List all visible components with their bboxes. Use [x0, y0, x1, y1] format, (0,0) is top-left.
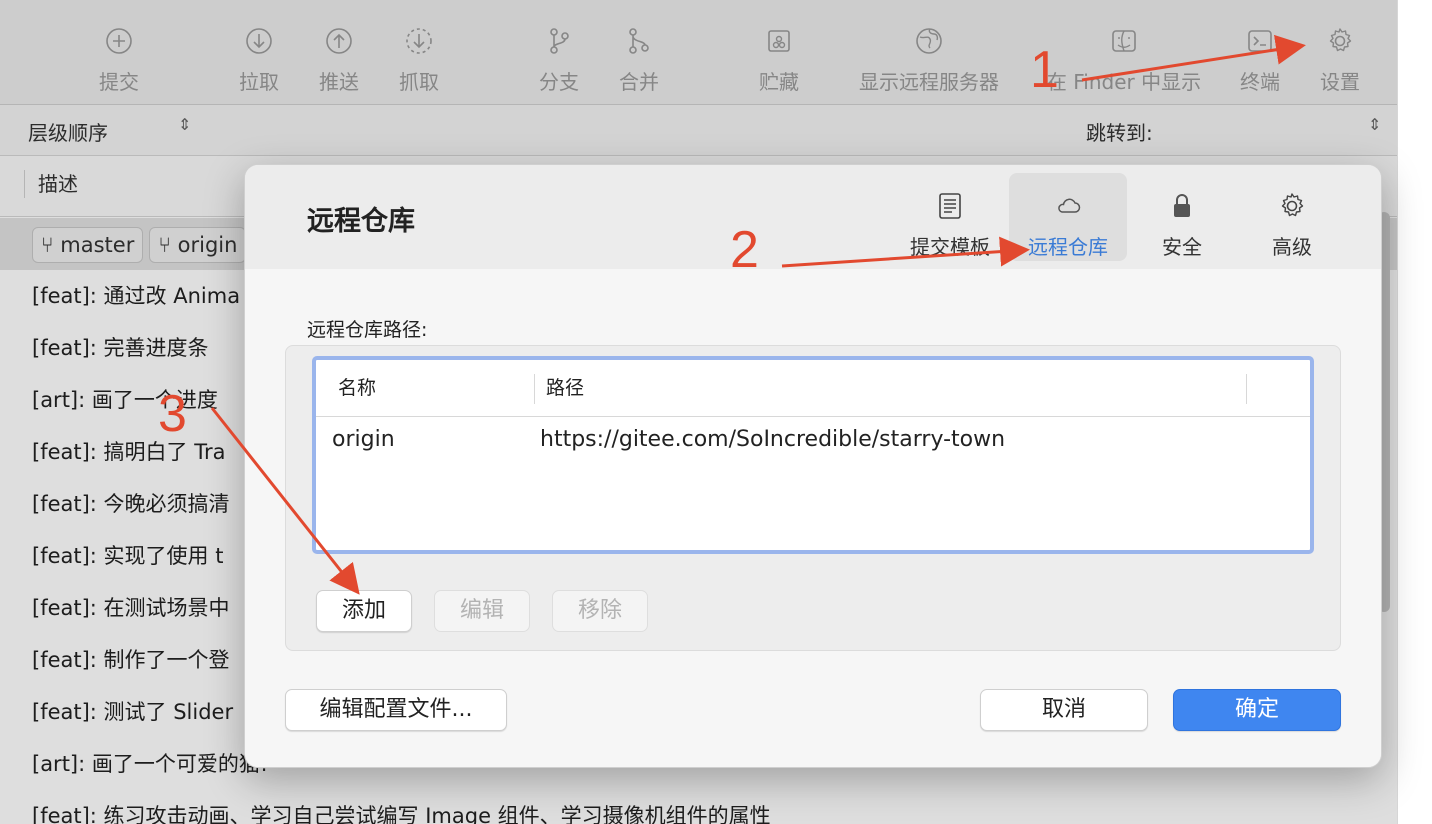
column-header-name[interactable]: 名称: [338, 360, 376, 416]
toolbar-branch-button[interactable]: 分支: [514, 26, 604, 95]
toolbar-stash-button[interactable]: 贮藏: [734, 26, 824, 95]
branch-icon: ⑂: [41, 233, 61, 257]
toolbar-pull-button[interactable]: 拉取: [214, 26, 304, 95]
annotation-number-3: 3: [158, 385, 187, 443]
tab-advanced-label: 高级: [1272, 235, 1312, 259]
plus-circle-icon: [106, 28, 132, 54]
arrow-up-circle-icon: [326, 28, 352, 54]
toolbar-settings-label: 设置: [1320, 70, 1360, 94]
toolbar-settings-button[interactable]: 设置: [1295, 26, 1385, 95]
gear-icon: [1329, 28, 1352, 52]
commit-row[interactable]: [feat]: 练习攻击动画、学习自己尝试编写 Image 组件、学习摄像机组件…: [0, 790, 1397, 824]
column-divider: [1246, 374, 1247, 404]
document-icon: [939, 193, 961, 219]
remove-remote-button[interactable]: 移除: [552, 590, 648, 632]
toolbar-commit-label: 提交: [99, 70, 139, 94]
lock-icon: [1174, 194, 1190, 217]
jump-to-label: 跳转到:: [1086, 121, 1153, 145]
toolbar-merge-button[interactable]: 合并: [594, 26, 684, 95]
remote-name-cell: origin: [332, 427, 395, 452]
ok-button[interactable]: 确定: [1173, 689, 1341, 731]
tab-security-label: 安全: [1162, 235, 1202, 259]
gear-icon: [1281, 193, 1304, 217]
toolbar-show-in-finder-button[interactable]: 在 Finder 中显示: [1034, 26, 1214, 95]
merge-icon: [629, 28, 649, 54]
dialog-title: 远程仓库: [307, 206, 415, 237]
toolbar-fetch-button[interactable]: 抓取: [374, 26, 464, 95]
sort-order-select[interactable]: 层级顺序: [28, 117, 108, 146]
dialog-header: 远程仓库 提交模板 远程仓库 安全 高级: [245, 165, 1381, 269]
edit-config-file-button[interactable]: 编辑配置文件...: [285, 689, 507, 731]
tab-remote-repo[interactable]: 远程仓库: [1009, 173, 1127, 261]
toolbar-push-button[interactable]: 推送: [294, 26, 384, 95]
remote-path-cell: https://gitee.com/SoIncredible/starry-to…: [540, 427, 1006, 452]
toolbar-stash-label: 贮藏: [759, 70, 799, 94]
chevron-updown-icon[interactable]: ⇕: [178, 115, 191, 134]
toolbar-show-remote-label: 显示远程服务器: [859, 70, 999, 94]
toolbar-terminal-label: 终端: [1240, 70, 1280, 94]
add-remote-button[interactable]: 添加: [316, 590, 412, 632]
branch-icon: [550, 28, 569, 54]
toolbar-show-in-finder-label: 在 Finder 中显示: [1046, 70, 1202, 94]
header-divider: [316, 416, 1310, 417]
arrow-down-circle-icon: [246, 28, 272, 54]
toolbar-push-label: 推送: [319, 70, 359, 94]
cloud-icon: [1058, 198, 1081, 213]
branch-tag-master[interactable]: ⑂ master: [32, 227, 144, 263]
arrow-down-dashed-circle-icon: [406, 28, 432, 54]
toolbar-fetch-label: 抓取: [399, 70, 439, 94]
toolbar-show-remote-button[interactable]: 显示远程服务器: [834, 26, 1024, 95]
settings-dialog: 远程仓库 提交模板 远程仓库 安全 高级 远程仓库路径: 名称 路径 origi…: [244, 164, 1382, 768]
stash-icon: [768, 30, 790, 52]
toolbar-terminal-button[interactable]: 终端: [1215, 26, 1305, 95]
toolbar-merge-label: 合并: [619, 70, 659, 94]
tab-security[interactable]: 安全: [1123, 173, 1241, 261]
edit-remote-button[interactable]: 编辑: [434, 590, 530, 632]
finder-icon: [1112, 30, 1136, 52]
terminal-icon: [1248, 30, 1272, 52]
main-toolbar: 提交 拉取 推送 抓取 分支 合并 贮藏 显示远程服务器 在 Finder 中显…: [0, 0, 1397, 105]
globe-icon: [916, 28, 942, 54]
remote-paths-label: 远程仓库路径:: [307, 319, 428, 341]
annotation-number-2: 2: [730, 221, 759, 279]
toolbar-pull-label: 拉取: [239, 70, 279, 94]
cancel-button[interactable]: 取消: [980, 689, 1148, 731]
column-divider: [534, 374, 535, 404]
toolbar-branch-label: 分支: [539, 70, 579, 94]
column-header-path[interactable]: 路径: [546, 360, 584, 416]
sort-bar: 层级顺序 ⇕ 跳转到: ⇕: [0, 105, 1397, 156]
remotes-table[interactable]: 名称 路径 origin https://gitee.com/SoIncredi…: [312, 356, 1314, 554]
branch-tag-origin[interactable]: ⑂ origin: [149, 227, 247, 263]
column-divider: [24, 170, 25, 198]
tab-commit-template-label: 提交模板: [910, 235, 990, 259]
tab-remote-repo-label: 远程仓库: [1028, 235, 1108, 259]
tab-advanced[interactable]: 高级: [1233, 173, 1351, 261]
toolbar-commit-button[interactable]: 提交: [74, 26, 164, 95]
dialog-body: 远程仓库路径: 名称 路径 origin https://gitee.com/S…: [245, 269, 1381, 767]
branch-icon: ⑂: [158, 233, 178, 257]
annotation-number-1: 1: [1030, 41, 1059, 99]
jump-to-chevron-icon[interactable]: ⇕: [1368, 115, 1381, 134]
remotes-group-box: 名称 路径 origin https://gitee.com/SoIncredi…: [285, 345, 1341, 651]
column-header-description[interactable]: 描述: [38, 168, 78, 197]
tab-commit-template[interactable]: 提交模板: [891, 173, 1009, 261]
